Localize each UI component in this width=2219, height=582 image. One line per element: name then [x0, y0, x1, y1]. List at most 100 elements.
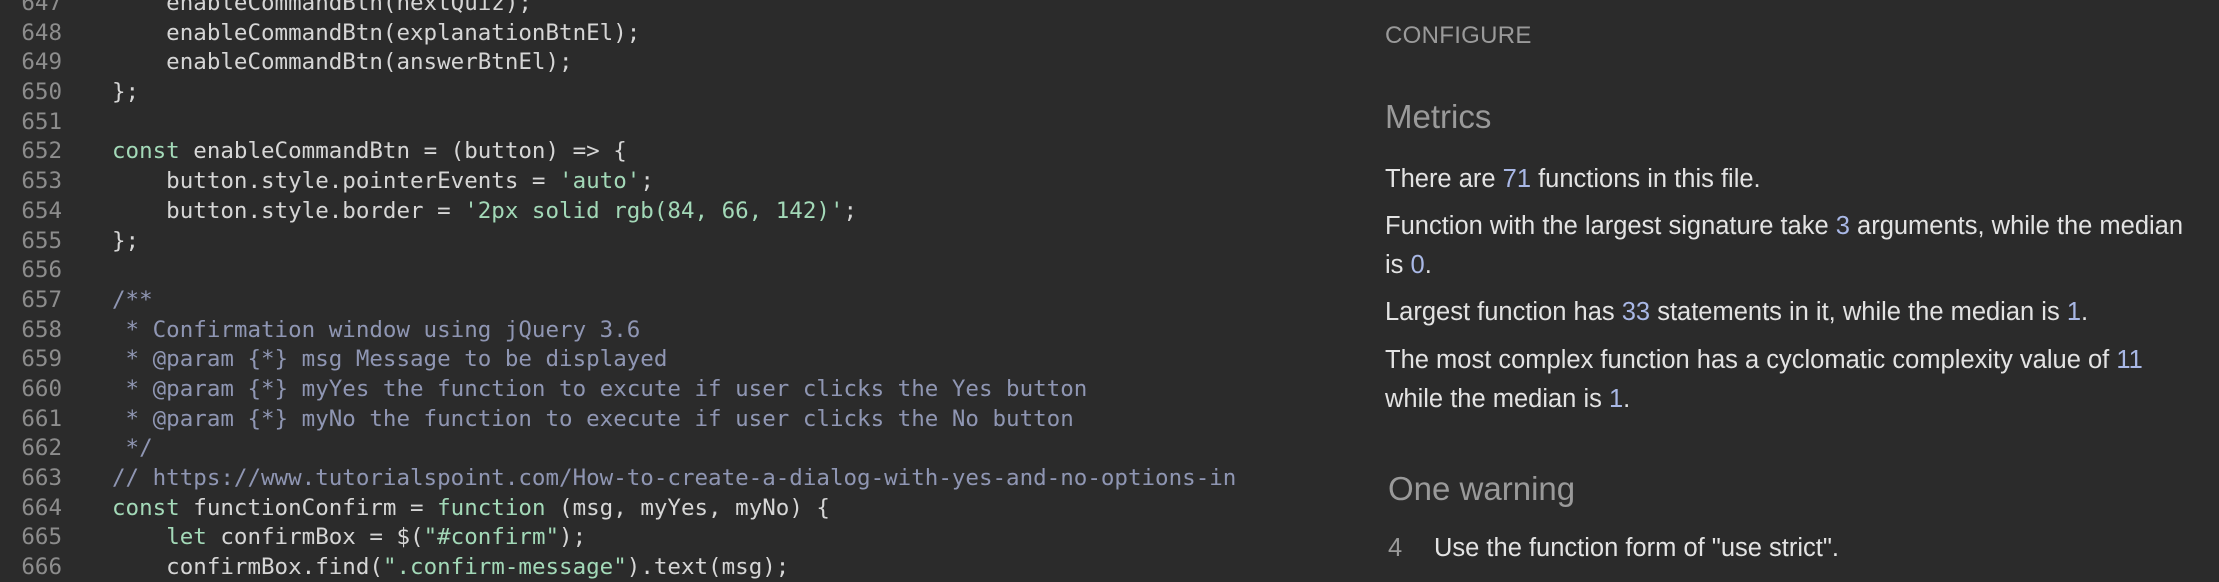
code-text: /**: [112, 286, 153, 316]
configure-link[interactable]: CONFIGURE: [1385, 22, 1532, 50]
line-number: 661: [21, 405, 62, 432]
code-token: let: [166, 524, 207, 551]
code-token: */: [112, 435, 153, 462]
code-line: 656: [0, 256, 1345, 286]
code-line: 654 button.style.border = '2px solid rgb…: [0, 197, 1345, 227]
code-line: 657 /**: [0, 286, 1345, 316]
code-token: '2px solid rgb(84, 66, 142)': [464, 197, 844, 224]
code-token: const: [112, 494, 180, 521]
code-token: button.style.pointerEvents =: [112, 168, 560, 195]
largest-median-value: 1: [2066, 298, 2081, 326]
code-token: enableCommandBtn = (button) => {: [179, 138, 627, 165]
code-line: 653 button.style.pointerEvents = 'auto';: [0, 167, 1345, 197]
code-text: button.style.border = '2px solid rgb(84,…: [112, 197, 857, 227]
complexity-median-value: 1: [1608, 385, 1624, 413]
code-text: // https://www.tutorialspoint.com/How-to…: [112, 464, 1236, 494]
functions-count-text: There are 71 functions in this file.: [1385, 165, 1761, 193]
code-text: * Confirmation window using jQuery 3.6: [112, 316, 641, 346]
line-number: 657: [21, 286, 62, 313]
code-text: * @param {*} myNo the function to execut…: [112, 405, 1074, 435]
complexity-text: The most complex function has a cyclomat…: [1385, 346, 2143, 413]
line-number: 651: [21, 108, 62, 135]
code-token: confirmBox = $(: [206, 524, 424, 551]
line-number: 653: [21, 168, 62, 195]
code-token: ;: [843, 197, 858, 224]
line-number: 655: [21, 227, 62, 254]
code-line: 651: [0, 108, 1345, 138]
code-token: };: [112, 227, 140, 254]
complexity-max-value: 11: [2116, 346, 2143, 374]
code-text: */: [112, 434, 153, 464]
code-token: const: [112, 138, 180, 165]
line-number: 656: [21, 257, 62, 284]
signature-text: Function with the largest signature take…: [1385, 212, 2184, 279]
warning-message: Use the function form of "use strict".: [1434, 534, 1840, 562]
functions-count-value: 71: [1502, 165, 1532, 193]
jshint-report-window: 647 enableCommandBtn(nextQuiz); 648 enabl…: [0, 0, 2219, 582]
line-number: 650: [21, 79, 62, 106]
signature-max-value: 3: [1835, 212, 1850, 240]
code-text: button.style.pointerEvents = 'auto';: [112, 167, 654, 197]
warning-line-number[interactable]: 4: [1388, 529, 1434, 568]
code-token: 'auto': [559, 168, 641, 195]
code-token: "#confirm": [423, 524, 560, 551]
code-token: /**: [112, 286, 153, 313]
code-token: ).text(msg);: [626, 554, 790, 581]
code-text: confirmBox.find(".confirm-message").text…: [112, 553, 789, 582]
code-text: enableCommandBtn(explanationBtnEl);: [112, 19, 640, 49]
code-token: * @param {*} myNo the function to execut…: [112, 405, 1074, 432]
code-line: 647 enableCommandBtn(nextQuiz);: [0, 0, 1345, 19]
code-token: (msg, myYes, myNo) {: [545, 494, 830, 521]
warning-item[interactable]: 4 Use the function form of "use strict".: [1388, 529, 1839, 568]
code-text: const enableCommandBtn = (button) => {: [112, 137, 627, 167]
line-number: 647: [21, 0, 62, 16]
code-line: 659 * @param {*} msg Message to be displ…: [0, 345, 1345, 375]
metrics-heading: Metrics: [1385, 98, 1492, 135]
line-number: 659: [21, 346, 62, 373]
code-line: 663 // https://www.tutorialspoint.com/How…: [0, 464, 1345, 494]
code-text: const functionConfirm = function (msg, m…: [112, 494, 830, 524]
code-line: 648 enableCommandBtn(explanationBtnEl);: [0, 19, 1345, 49]
code-token: ".confirm-message": [382, 554, 627, 581]
code-token: ;: [640, 168, 654, 195]
metrics-report-panel: CONFIGURE Metrics There are 71 functions…: [1345, 0, 2219, 582]
code-text: };: [112, 78, 139, 108]
line-number: 662: [21, 435, 62, 462]
code-text: let confirmBox = $("#confirm");: [112, 523, 586, 553]
largest-statements-value: 33: [1621, 298, 1651, 326]
code-token: enableCommandBtn(nextQuiz);: [112, 0, 532, 16]
line-number: 663: [21, 465, 62, 491]
code-line: 666 confirmBox.find(".confirm-message").…: [0, 553, 1345, 582]
code-line: 652 const enableCommandBtn = (button) => …: [0, 137, 1345, 167]
code-line: 660 * @param {*} myYes the function to e…: [0, 375, 1345, 405]
code-token: * Confirmation window using jQuery 3.6: [112, 316, 641, 343]
code-line: 649 enableCommandBtn(answerBtnEl);: [0, 48, 1345, 78]
code-token: enableCommandBtn(answerBtnEl);: [112, 49, 573, 76]
code-line: 650};: [0, 78, 1345, 108]
code-token: // https://www.tutorialspoint.com/How-to…: [112, 465, 1237, 491]
largest-function-text: Largest function has 33 statements in it…: [1385, 298, 2089, 326]
code-line: 655};: [0, 227, 1345, 257]
code-token: enableCommandBtn(explanationBtnEl);: [112, 19, 641, 46]
line-number: 648: [21, 19, 62, 46]
line-number: 660: [21, 375, 62, 402]
line-number: 666: [21, 554, 62, 581]
signature-median-value: 0: [1410, 251, 1425, 279]
code-token: * @param {*} msg Message to be displayed: [112, 346, 668, 373]
code-line: 661 * @param {*} myNo the function to ex…: [0, 405, 1345, 435]
code-token: button.style.border =: [112, 197, 465, 224]
code-panel: 647 enableCommandBtn(nextQuiz); 648 enabl…: [0, 0, 1345, 582]
warnings-heading: One warning: [1388, 470, 1576, 507]
code-token: };: [112, 79, 140, 106]
code-token: );: [559, 524, 587, 551]
line-number: 665: [21, 524, 62, 551]
code-token: functionConfirm =: [179, 494, 438, 521]
code-text: enableCommandBtn(nextQuiz);: [112, 0, 532, 19]
code-text: enableCommandBtn(answerBtnEl);: [112, 48, 573, 78]
line-number: 654: [21, 197, 62, 224]
code-text: * @param {*} myYes the function to excut…: [112, 375, 1088, 405]
line-number: 649: [21, 49, 62, 76]
code-text: * @param {*} msg Message to be displayed: [112, 345, 668, 375]
line-number: 658: [21, 316, 62, 343]
